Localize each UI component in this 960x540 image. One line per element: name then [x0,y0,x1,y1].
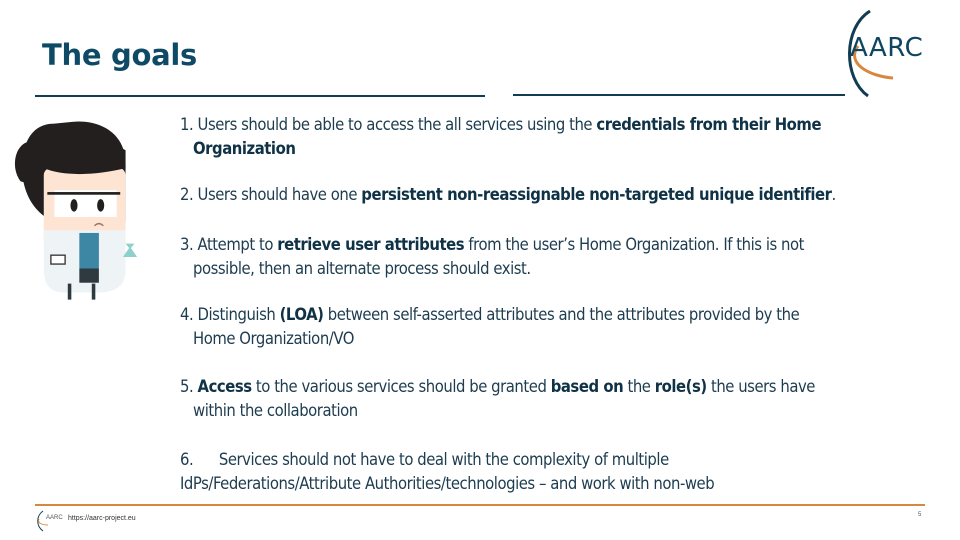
goal-emphasis: role(s) [654,377,707,396]
goal-item: 3. Attempt to retrieve user attributes f… [180,233,918,281]
goal-first-line: 1. Users should be able to access the al… [180,113,918,137]
goal-text: Services should not have to deal with th… [193,450,669,469]
goal-number: 6. [180,450,194,469]
footer-rule [35,504,925,506]
goal-text: Home Organization/VO [193,329,354,348]
title-underline-right [513,94,845,96]
goal-text: IdPs/Federations/Attribute Authorities/t… [180,474,715,493]
footer-logo-text: AARC [46,515,63,521]
goal-item: 5. Access to the various services should… [180,375,918,423]
goal-text: the users have [706,377,815,396]
goal-text: within the collaboration [193,401,358,420]
goal-first-line: 4. Distinguish (LOA) between self-assert… [180,303,918,327]
goal-first-line: 2. Users should have one persistent non-… [180,183,918,207]
goal-first-line: 5. Access to the various services should… [180,375,918,399]
goal-number: 3. [180,235,194,254]
goal-text: . [831,185,837,204]
goal-continuation: possible, then an alternate process shou… [180,257,918,281]
scientist-illustration [14,121,138,300]
goal-emphasis: based on [550,377,624,396]
goal-item: 2. Users should have one persistent non-… [180,183,918,207]
goal-continuation: within the collaboration [180,399,918,423]
goal-text: Attempt to [193,235,278,254]
goal-item: 6. Services should not have to deal with… [180,448,918,496]
goal-number: 4. [180,305,194,324]
goal-first-line: 3. Attempt to retrieve user attributes f… [180,233,918,257]
goal-text: to the various services should be grante… [251,377,551,396]
goal-item: 1. Users should be able to access the al… [180,113,918,161]
goal-emphasis: (LOA) [279,305,324,324]
goal-number: 5. [180,377,194,396]
footer-aarc-logo-icon [37,510,49,532]
slide-title: The goals [42,38,197,72]
goal-first-line: 6. Services should not have to deal with… [180,448,918,472]
goal-text: possible, then an alternate process shou… [193,259,531,278]
goal-text: between self-asserted attributes and the… [323,305,800,324]
goal-text: from the user’s Home Organization. If th… [464,235,805,254]
goal-text: Users should be able to access the all s… [193,115,597,134]
goal-text: Users should have one [193,185,362,204]
goal-emphasis: Access [197,377,253,396]
logo-text: AARC [850,33,924,63]
title-underline [35,95,485,97]
goal-emphasis: Organization [193,139,296,158]
footer-url[interactable]: https://aarc-project.eu [68,515,136,522]
goal-continuation: Home Organization/VO [180,327,918,351]
goal-emphasis: persistent non-reassignable non-targeted… [361,185,832,204]
goal-emphasis: retrieve user attributes [277,235,465,254]
page-number: 5 [918,512,922,518]
goal-continuation: Organization [180,137,918,161]
goal-text: Distinguish [193,305,280,324]
goal-number: 1. [180,115,194,134]
goal-item: 4. Distinguish (LOA) between self-assert… [180,303,918,351]
goal-text: the [623,377,655,396]
goal-emphasis: credentials from their Home [596,115,822,134]
goal-number: 2. [180,185,194,204]
goal-continuation: IdPs/Federations/Attribute Authorities/t… [180,472,918,496]
